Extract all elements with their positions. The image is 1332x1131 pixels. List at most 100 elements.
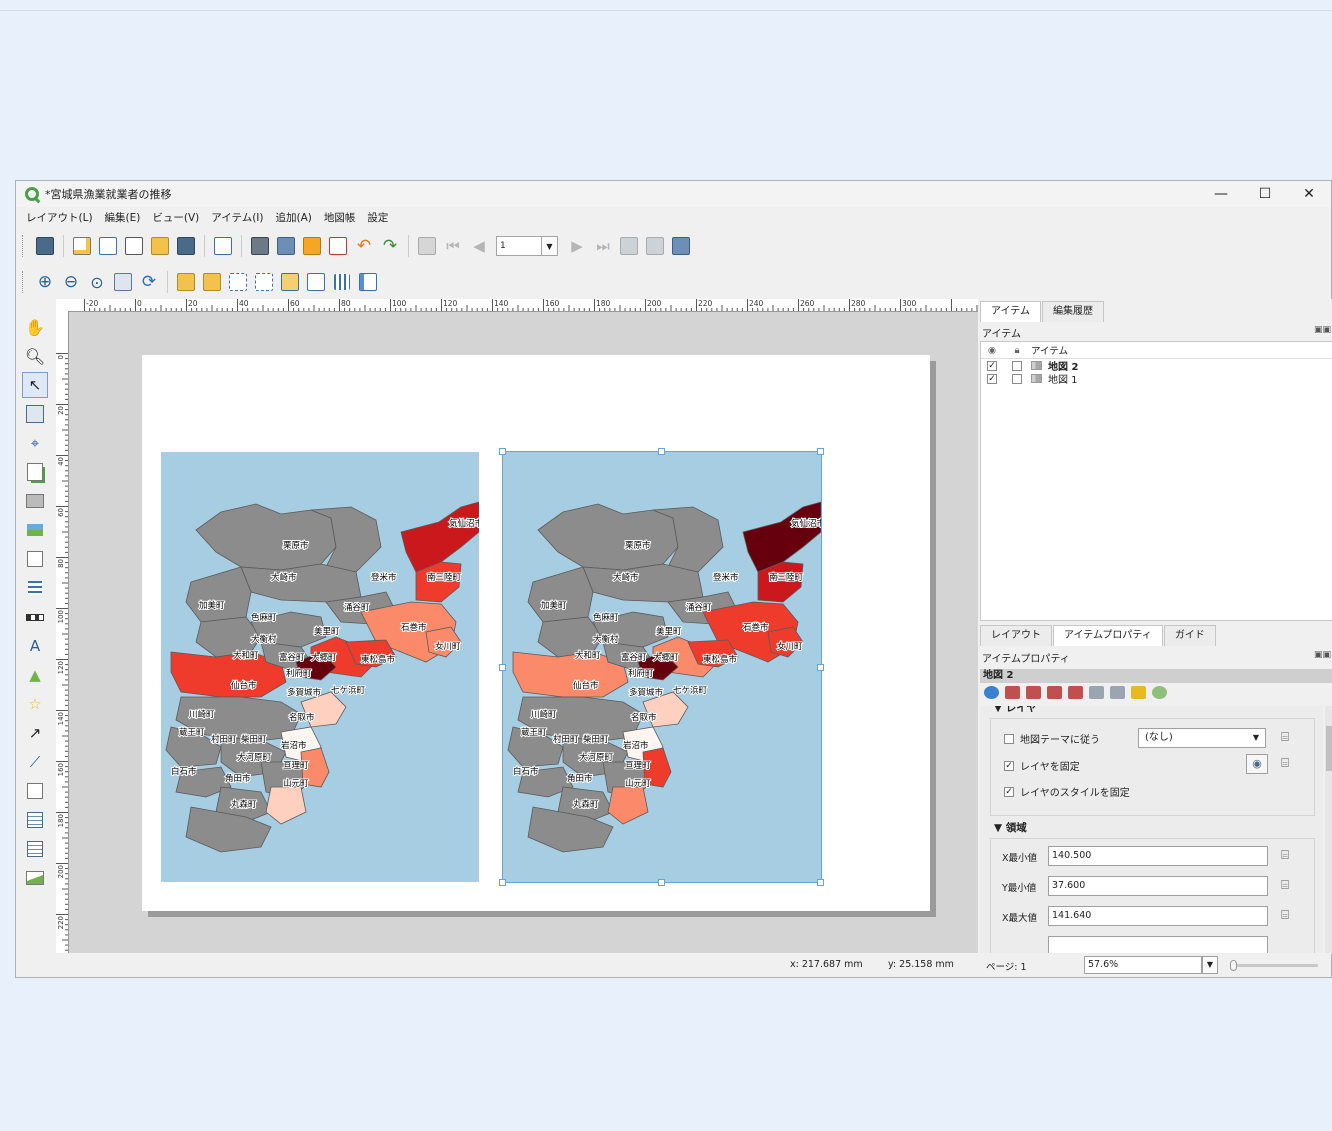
export-image-button[interactable] (275, 235, 297, 257)
lock-styles-row[interactable]: ✓ レイヤのスタイルを固定 (1004, 784, 1130, 799)
distribute-button[interactable] (357, 271, 379, 293)
refresh-button[interactable]: ⟳ (138, 271, 160, 293)
tab-guides[interactable]: ガイド (1163, 625, 1216, 646)
visibility-checkbox[interactable]: ✓ (987, 360, 997, 371)
tab-items[interactable]: アイテム (980, 301, 1041, 322)
layers-section-header[interactable]: ▼ レイヤ (994, 706, 1037, 715)
next-feature-button[interactable]: ▶ (566, 235, 588, 257)
lock-styles-checkbox[interactable]: ✓ (1004, 786, 1014, 797)
item-properties-scroll[interactable]: ▼ レイヤ 地図テーマに従う (なし) ▼ ⌸ ✓ レイヤを固定 ◉ ⌸ ✓ レイヤの… (980, 706, 1323, 954)
export-pdf-button[interactable] (327, 235, 349, 257)
add-north-arrow-tool[interactable]: A (22, 633, 48, 659)
labeling-icon[interactable] (1089, 686, 1104, 699)
layout-manager-button[interactable] (123, 235, 145, 257)
atlas-page-input[interactable]: 1 (496, 236, 542, 256)
menu-settings[interactable]: 設定 (367, 210, 388, 225)
clip-icon[interactable] (1110, 686, 1125, 699)
maximize-button[interactable]: ☐ (1243, 181, 1287, 207)
move-content-tool[interactable] (22, 401, 48, 427)
menu-view[interactable]: ビュー(V) (152, 210, 199, 225)
zoom-out-button[interactable]: ⊖ (60, 271, 82, 293)
menu-item[interactable]: アイテム(I) (211, 210, 263, 225)
set-extent-icon[interactable] (1005, 686, 1020, 699)
selection-handle[interactable] (817, 448, 824, 455)
save-template-button[interactable] (175, 235, 197, 257)
undo-button[interactable]: ↶ (353, 235, 375, 257)
ungroup-button[interactable] (253, 271, 275, 293)
add-attribute-table-tool[interactable] (22, 807, 48, 833)
list-item[interactable]: ✓ 地図 2 (981, 359, 1332, 373)
add-shape-tool[interactable]: ▲ (22, 662, 48, 688)
list-item[interactable]: ✓ 地図 1 (981, 372, 1332, 386)
atlas-settings-button[interactable] (670, 235, 692, 257)
lock-checkbox[interactable] (1012, 373, 1022, 384)
export-atlas-button[interactable] (644, 235, 666, 257)
previous-feature-button[interactable]: ◀ (468, 235, 490, 257)
selection-handle[interactable] (658, 879, 665, 886)
close-button[interactable]: ✕ (1287, 181, 1331, 207)
label-settings-icon[interactable] (1131, 686, 1146, 699)
zoom-input[interactable]: 57.6% (1084, 956, 1202, 974)
tab-undo-history[interactable]: 編集履歴 (1042, 301, 1104, 322)
view-extent-icon[interactable] (1026, 686, 1041, 699)
selection-handle[interactable] (817, 664, 824, 671)
first-feature-button[interactable]: ⏮ (442, 235, 464, 257)
zoom-slider[interactable] (1230, 960, 1318, 971)
group-button[interactable] (227, 271, 249, 293)
ymax-input[interactable] (1048, 936, 1268, 954)
duplicate-layout-button[interactable] (97, 235, 119, 257)
extent-section-header[interactable]: ▼ 領域 (994, 820, 1027, 835)
selection-handle[interactable] (817, 879, 824, 886)
data-defined-override-icon[interactable]: ⌸ (1276, 878, 1294, 894)
selection-handle[interactable] (499, 879, 506, 886)
raise-button[interactable] (279, 271, 301, 293)
map-item-1[interactable]: 気仙沼市 栗原市 登米市 南三陸町 大崎市 加美町 涌谷町 色麻町 美里町 石巻市 大衡村 女川町 大和… (161, 452, 479, 882)
data-defined-override-icon[interactable]: ⌸ (1276, 756, 1294, 772)
xmin-input[interactable]: 140.500 (1048, 846, 1268, 866)
tab-layout[interactable]: レイアウト (980, 625, 1052, 646)
add-fixed-table-tool[interactable] (22, 836, 48, 862)
add-polyline-tool[interactable]: ⟋ (22, 749, 48, 775)
scrollbar-thumb[interactable] (1326, 726, 1332, 771)
add-elevation-profile-tool[interactable] (22, 865, 48, 891)
ymin-input[interactable]: 37.600 (1048, 876, 1268, 896)
panel-float-close-icon[interactable]: ▣▣ (1314, 650, 1331, 660)
menu-atlas[interactable]: 地図帳 (324, 210, 356, 225)
print-button[interactable] (249, 235, 271, 257)
vertical-ruler[interactable]: 0 20 40 60 80 100 120 140 160 180 200 22… (56, 311, 69, 954)
layout-page[interactable]: 気仙沼市 栗原市 登米市 南三陸町 大崎市 加美町 涌谷町 色麻町 美里町 石巻市 大衡村 女川町 大和… (142, 355, 930, 911)
open-template-button[interactable] (149, 235, 171, 257)
zoom-dropdown[interactable]: ▼ (1202, 956, 1218, 974)
last-feature-button[interactable]: ⏭ (592, 235, 614, 257)
add-legend-tool[interactable] (22, 575, 48, 601)
panel-float-close-icon[interactable]: ▣▣ (1314, 325, 1331, 335)
zoom-all-button[interactable] (112, 271, 134, 293)
map-item-2[interactable]: 気仙沼市 栗原市 登米市 南三陸町 大崎市 加美町 涌谷町 色麻町 美里町 石巻市 大衡村 女川町 大和… (502, 451, 822, 883)
add-marker-tool[interactable]: ☆ (22, 691, 48, 717)
lock-items-button[interactable] (175, 271, 197, 293)
selection-handle[interactable] (499, 664, 506, 671)
lower-button[interactable] (305, 271, 327, 293)
add-picture-tool[interactable] (22, 517, 48, 543)
add-3d-map-tool[interactable] (22, 488, 48, 514)
new-layout-button[interactable] (71, 235, 93, 257)
eye-icon[interactable]: ◉ (1246, 754, 1268, 774)
menu-edit[interactable]: 編集(E) (105, 210, 141, 225)
refresh-map-icon[interactable] (984, 686, 999, 699)
toolbar-grip[interactable] (22, 271, 26, 293)
temporal-icon[interactable] (1152, 686, 1167, 699)
tab-item-properties[interactable]: アイテムプロパティ (1053, 625, 1163, 646)
atlas-page-dropdown[interactable]: ▼ (542, 236, 558, 256)
pan-tool[interactable]: ✋ (22, 314, 48, 340)
add-arrow-tool[interactable]: ↗ (22, 720, 48, 746)
print-atlas-button[interactable] (618, 235, 640, 257)
unlock-items-button[interactable] (201, 271, 223, 293)
redo-button[interactable]: ↷ (379, 235, 401, 257)
lock-checkbox[interactable] (1012, 360, 1022, 371)
move-content-icon[interactable] (1068, 686, 1083, 699)
atlas-preview-button[interactable] (416, 235, 438, 257)
zoom-tool[interactable]: 🔍︎ (22, 343, 48, 369)
follow-theme-row[interactable]: 地図テーマに従う (1004, 731, 1100, 746)
bookmark-icon[interactable] (1047, 686, 1062, 699)
toolbar-grip[interactable] (22, 235, 26, 257)
